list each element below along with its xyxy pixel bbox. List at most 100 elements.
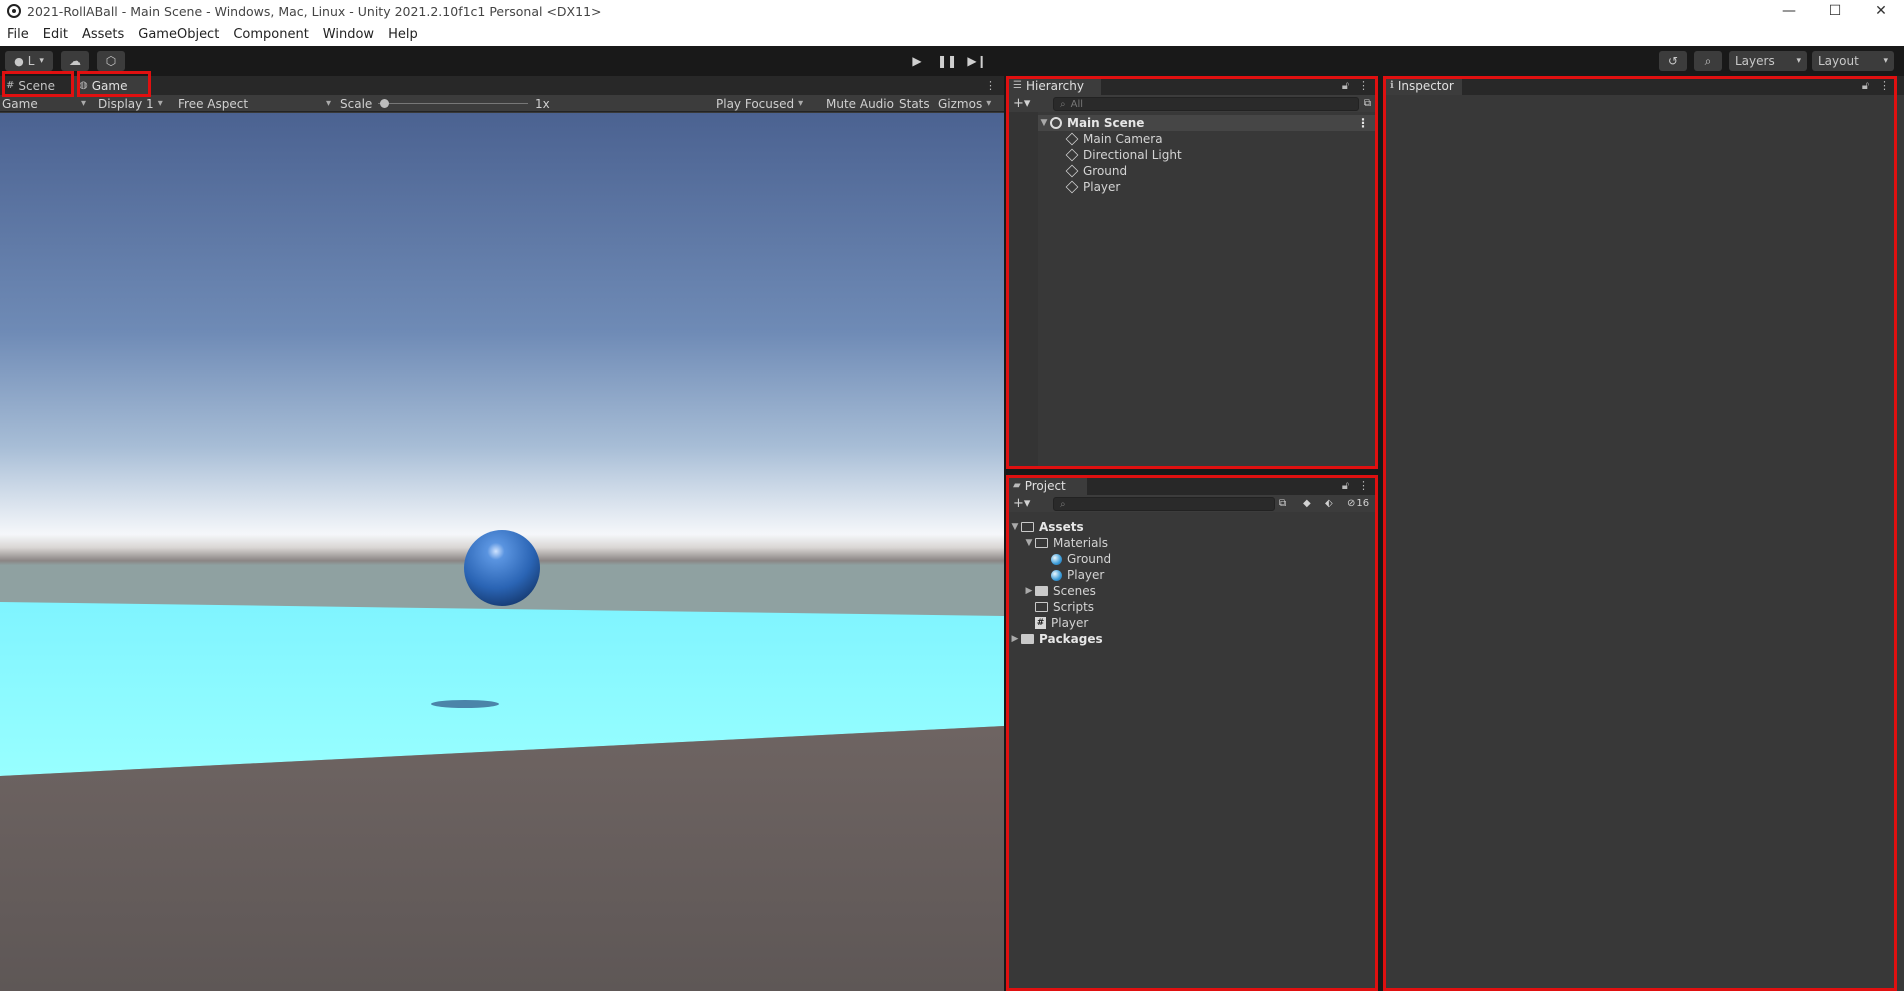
undo-history-button[interactable]: ↺ [1659, 51, 1687, 71]
expand-arrow-icon[interactable]: ▼ [1009, 522, 1021, 532]
hierarchy-controls: 🔓︎ ⋮ [1342, 76, 1369, 95]
hidden-packages-toggle[interactable]: ⊘ 16 [1347, 498, 1369, 509]
close-button[interactable]: ✕ [1858, 0, 1904, 22]
panel-menu-button[interactable]: ⋮ [985, 76, 996, 95]
hierarchy-item-ground[interactable]: Ground [1065, 163, 1127, 179]
gizmos-dropdown[interactable]: Gizmos [938, 95, 991, 112]
game-viewport[interactable] [0, 113, 1004, 991]
play-focused-dropdown[interactable]: Play Focused [716, 95, 803, 112]
tab-project[interactable]: ▰ Project [1007, 476, 1087, 495]
project-folder-scripts[interactable]: Scripts [1035, 599, 1094, 615]
kebab-menu-icon[interactable]: ⋮ [1358, 79, 1369, 92]
hierarchy-item-label: Main Camera [1083, 132, 1163, 146]
scene-visibility-icon[interactable]: ⧉ [1364, 98, 1371, 109]
step-icon: ▶❙ [967, 54, 987, 68]
lock-icon[interactable]: 🔓︎ [1342, 479, 1349, 493]
expand-arrow-icon[interactable]: ▼ [1038, 118, 1050, 128]
menu-assets[interactable]: Assets [75, 27, 131, 42]
scale-slider-handle[interactable] [380, 99, 389, 108]
display-dropdown[interactable]: Display 1 [98, 95, 163, 112]
cloud-button[interactable]: ☁ [61, 51, 89, 71]
main-toolbar: ● L ▾ ☁ ⬡ ▶ ❚❚ ▶❙ ↺ ⌕ Layers ▾ Layout ▾ [0, 46, 1904, 76]
kebab-menu-icon: ⋮ [985, 79, 996, 92]
layers-dropdown[interactable]: Layers ▾ [1729, 51, 1807, 71]
play-button[interactable]: ▶ [902, 51, 932, 71]
project-folder-packages[interactable]: ▶ Packages [1009, 631, 1103, 647]
add-icon[interactable]: +▾ [1013, 496, 1030, 511]
eye-slash-icon: ⊘ [1347, 498, 1356, 509]
pause-button[interactable]: ❚❚ [932, 51, 962, 71]
menu-component[interactable]: Component [226, 27, 315, 42]
tag-icon[interactable]: ⬖ [1325, 498, 1333, 509]
scale-slider[interactable] [378, 95, 528, 112]
step-button[interactable]: ▶❙ [962, 51, 992, 71]
project-title: Project [1024, 478, 1066, 493]
kebab-menu-icon[interactable]: ⋮ [1358, 479, 1369, 492]
mute-audio-toggle[interactable]: Mute Audio [826, 95, 894, 112]
chevron-down-icon: ▾ [39, 56, 44, 66]
lock-icon[interactable]: 🔓︎ [1862, 79, 1869, 93]
scene-name: Main Scene [1067, 116, 1145, 130]
tab-inspector[interactable]: ℹ Inspector [1384, 76, 1462, 95]
menu-window[interactable]: Window [316, 27, 381, 42]
inspector-title: Inspector [1397, 78, 1454, 93]
empty-folder-icon [1035, 602, 1048, 612]
tab-hierarchy[interactable]: ☰ Hierarchy [1007, 76, 1101, 95]
add-icon[interactable]: +▾ [1013, 96, 1030, 111]
hierarchy-item-player[interactable]: Player [1065, 179, 1120, 195]
search-button[interactable]: ⌕ [1694, 51, 1722, 71]
search-by-label-icon[interactable]: ◆ [1303, 498, 1311, 509]
account-dropdown[interactable]: ● L ▾ [5, 51, 53, 71]
tab-scene[interactable]: # Scene [0, 76, 73, 95]
menu-edit[interactable]: Edit [36, 27, 75, 42]
kebab-menu-icon[interactable]: ⋮ [1357, 116, 1369, 130]
folder-label: Scenes [1053, 584, 1096, 598]
hierarchy-item-main-camera[interactable]: Main Camera [1065, 131, 1163, 147]
hierarchy-search-input[interactable]: ⌕ All [1053, 97, 1359, 111]
menu-gameobject[interactable]: GameObject [131, 27, 226, 42]
history-icon: ↺ [1667, 54, 1679, 68]
inspector-controls: 🔓︎ ⋮ [1862, 76, 1890, 95]
project-panel: ▰ Project 🔓︎ ⋮ +▾ ⌕ ⧉ ◆ ⬖ ⊘ 16 ▼ Assets … [1007, 476, 1377, 991]
game-panel: # Scene ◍ Game ⋮ Game Display 1 Free Asp… [0, 76, 1004, 991]
chevron-down-icon: ▾ [1796, 56, 1801, 66]
tab-game[interactable]: ◍ Game [73, 76, 148, 95]
display-label: Display 1 [98, 96, 154, 111]
pause-icon: ❚❚ [936, 54, 958, 68]
menu-file[interactable]: File [0, 27, 36, 42]
menu-help[interactable]: Help [381, 27, 425, 42]
project-search-input[interactable]: ⌕ [1053, 497, 1275, 511]
hierarchy-item-directional-light[interactable]: Directional Light [1065, 147, 1182, 163]
project-asset-player-material[interactable]: Player [1051, 567, 1104, 583]
expand-arrow-icon[interactable]: ▶ [1023, 586, 1035, 596]
player-sphere [464, 530, 540, 606]
game-mode-dropdown[interactable]: Game [2, 95, 86, 112]
stats-toggle[interactable]: Stats [899, 95, 930, 112]
info-icon: ℹ [1390, 80, 1394, 91]
aspect-dropdown[interactable]: Free Aspect [178, 95, 331, 112]
chevron-down-icon: ▾ [1883, 56, 1888, 66]
collab-button[interactable]: ⬡ [97, 51, 125, 71]
project-folder-scenes[interactable]: ▶ Scenes [1023, 583, 1096, 599]
aspect-label: Free Aspect [178, 96, 249, 111]
project-tabbar: ▰ Project [1007, 476, 1377, 495]
kebab-menu-icon[interactable]: ⋮ [1879, 79, 1890, 92]
hierarchy-item-label: Directional Light [1083, 148, 1182, 162]
minimize-button[interactable]: — [1766, 0, 1812, 22]
hierarchy-title: Hierarchy [1025, 78, 1084, 93]
layout-dropdown[interactable]: Layout ▾ [1812, 51, 1894, 71]
project-asset-player-script[interactable]: # Player [1035, 615, 1088, 631]
hidden-packages-count: 16 [1356, 498, 1370, 509]
project-asset-ground-material[interactable]: Ground [1051, 551, 1111, 567]
material-icon [1051, 569, 1062, 581]
project-folder-assets[interactable]: ▼ Assets [1009, 519, 1084, 535]
expand-arrow-icon[interactable]: ▼ [1023, 538, 1035, 548]
project-folder-materials[interactable]: ▼ Materials [1023, 535, 1108, 551]
search-by-type-icon[interactable]: ⧉ [1279, 498, 1286, 509]
inspector-tabbar: ℹ Inspector [1384, 76, 1904, 95]
window-controls: — ☐ ✕ [1766, 0, 1904, 22]
scene-row-main-scene[interactable]: ▼ Main Scene ⋮ [1038, 115, 1377, 131]
maximize-button[interactable]: ☐ [1812, 0, 1858, 22]
expand-arrow-icon[interactable]: ▶ [1009, 634, 1021, 644]
lock-icon[interactable]: 🔓︎ [1342, 79, 1349, 93]
